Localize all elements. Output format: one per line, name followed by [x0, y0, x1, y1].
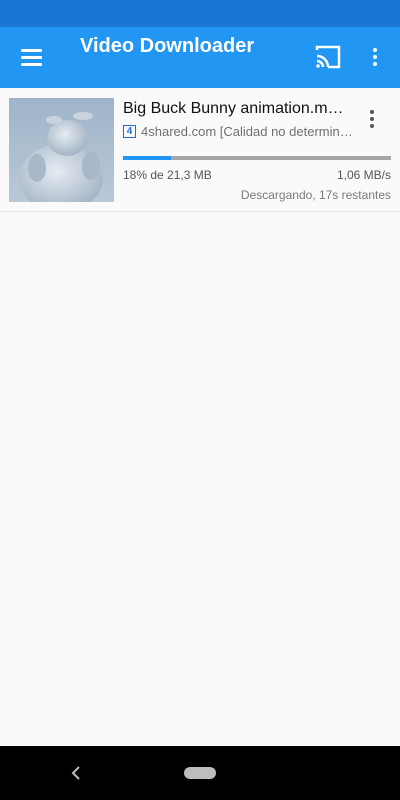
home-pill-icon[interactable] [184, 767, 216, 779]
progress-fill [123, 156, 172, 160]
item-more-vert-icon[interactable] [360, 106, 384, 134]
status-bar [0, 0, 400, 27]
4shared-icon: 4 [123, 125, 136, 138]
hamburger-menu-icon[interactable] [11, 37, 51, 77]
cast-icon[interactable] [312, 43, 344, 71]
app-bar: Video Downloader [0, 27, 400, 88]
app-title: Video Downloader [80, 35, 255, 57]
navigation-bar [0, 746, 400, 800]
video-thumbnail[interactable] [9, 98, 114, 202]
download-speed: 1,06 MB/s [336, 168, 391, 182]
download-title: Big Buck Bunny animation.m… [123, 100, 344, 117]
back-chevron-icon[interactable] [66, 763, 86, 783]
source-text: 4shared.com [Calidad no determinada] [141, 124, 356, 139]
progress-text: 18% de 21,3 MB [123, 168, 212, 182]
more-vert-icon[interactable] [363, 41, 387, 73]
download-status: Descargando, 17s restantes [240, 188, 391, 202]
download-progress-bar [123, 156, 391, 160]
download-item[interactable]: Big Buck Bunny animation.m… 4 4shared.co… [0, 88, 400, 212]
source-row: 4 4shared.com [Calidad no determinada] [123, 124, 358, 142]
